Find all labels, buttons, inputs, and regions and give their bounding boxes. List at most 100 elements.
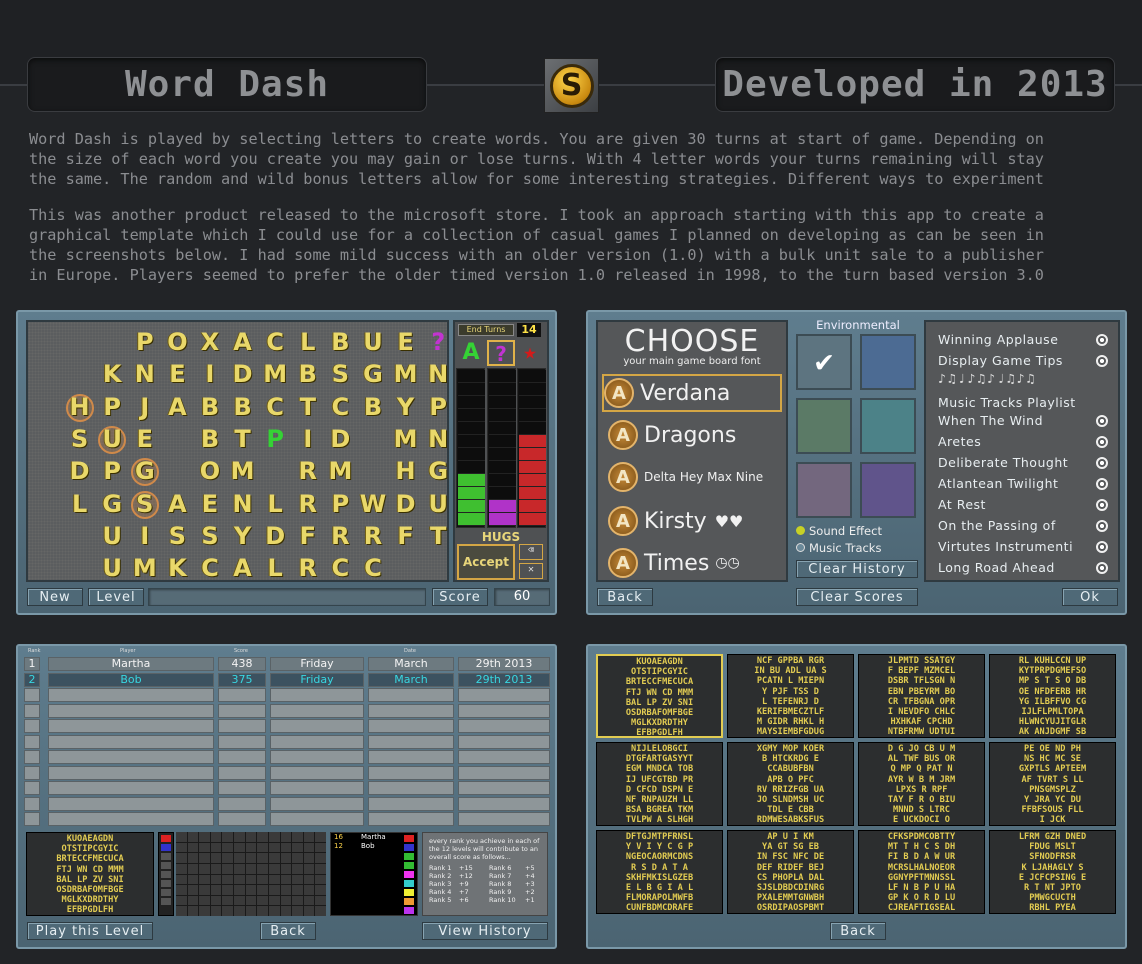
board-letter[interactable]: I [195, 360, 225, 388]
table-row[interactable] [24, 750, 550, 764]
board-letter[interactable]: B [195, 425, 225, 453]
table-row[interactable] [24, 703, 550, 718]
board-letter[interactable]: A [228, 328, 258, 356]
board-letter[interactable]: X [195, 328, 225, 356]
board-letter[interactable]: Y [391, 393, 421, 421]
board-letter[interactable]: S [65, 425, 95, 453]
board-letter[interactable]: L [65, 490, 95, 518]
board-letter[interactable]: T [423, 522, 453, 550]
star-icon[interactable]: ★ [517, 342, 543, 366]
board-letter[interactable]: ? [423, 328, 453, 356]
font-option-kirsty[interactable]: A Kirsty ♥♥ [608, 502, 743, 540]
board-letter[interactable]: N [423, 425, 453, 453]
board-letter[interactable]: U [97, 522, 127, 550]
level-grid[interactable]: NCF GPPBA RGR IN BU ADL UA S PCATN L MIE… [727, 654, 854, 738]
board-letter[interactable]: B [228, 393, 258, 421]
board-letter[interactable]: F [293, 522, 323, 550]
new-button[interactable]: New [27, 588, 83, 606]
level-grid[interactable]: PE OE ND PH NS HC MC SE GXPTLS APTEEM AF… [989, 742, 1116, 826]
board-letter[interactable]: T [228, 425, 258, 453]
board-letter[interactable]: U [97, 554, 127, 582]
back-button[interactable]: Back [830, 922, 886, 940]
board-letter[interactable]: F [391, 522, 421, 550]
board-letter[interactable]: N [228, 490, 258, 518]
board-letter[interactable]: B [358, 393, 388, 421]
board-letter[interactable]: E [130, 425, 160, 453]
table-row[interactable] [24, 796, 550, 811]
bonus-letter[interactable]: A [457, 340, 485, 366]
font-option-dragons[interactable]: A Dragons [608, 416, 736, 454]
board-letter[interactable]: R [293, 490, 323, 518]
track-item[interactable]: Virtutes Instrumenti [938, 539, 1108, 555]
board-letter[interactable]: M [130, 554, 160, 582]
board-letter[interactable]: R [293, 554, 323, 582]
board-letter[interactable]: S [195, 522, 225, 550]
level-grid[interactable]: CFKSPDMCOBTTY MT T H C S DH FI B D A W U… [858, 830, 985, 914]
level-grid[interactable]: D G JO CB U M AL TWF BUS OR Q MP Q PAT N… [858, 742, 985, 826]
board-letter[interactable]: M [260, 360, 290, 388]
board-letter[interactable]: I [130, 522, 160, 550]
track-item[interactable]: On the Passing of [938, 518, 1108, 534]
accept-button[interactable]: Accept [457, 544, 515, 580]
clear-history-button[interactable]: Clear History [796, 560, 918, 578]
level-grid[interactable]: AP U I KM YA GT SG EB IN FSC NFC DE DEF … [727, 830, 854, 914]
board-letter[interactable]: R [358, 522, 388, 550]
board-letter[interactable]: G [130, 457, 160, 485]
level-grid[interactable]: NIJLELOBGCI DTGFARTGASYYT EGM MNDCA TOB … [596, 742, 723, 826]
table-row[interactable] [24, 781, 550, 795]
view-history-button[interactable]: View History [422, 922, 548, 940]
board-letter[interactable]: A [162, 490, 192, 518]
env-tile-blue[interactable] [860, 334, 916, 390]
board-letter[interactable]: M [325, 457, 355, 485]
sound-effect-toggle[interactable]: Sound Effect [796, 524, 920, 538]
play-level-button[interactable]: Play this Level [27, 922, 153, 940]
board-letter[interactable]: L [260, 490, 290, 518]
font-option-verdana[interactable]: A Verdana [602, 374, 782, 412]
board-letter[interactable]: G [423, 457, 453, 485]
board-letter[interactable]: R [293, 457, 323, 485]
board-letter[interactable]: U [358, 328, 388, 356]
back-button[interactable]: Back [597, 588, 653, 606]
board-letter[interactable]: C [325, 554, 355, 582]
board-letter[interactable]: A [228, 554, 258, 582]
table-row[interactable] [24, 719, 550, 733]
level-grid[interactable]: RL KUHLCCN UP KYTPRPDGMEFSO MP S T S O D… [989, 654, 1116, 738]
board-letter[interactable]: E [391, 328, 421, 356]
option-winning-applause[interactable]: Winning Applause [938, 332, 1108, 348]
board-letter[interactable]: C [260, 328, 290, 356]
level-grid[interactable]: LFRM GZH DNED FDUG MSLT SFNODFRSR K LJAH… [989, 830, 1116, 914]
board-letter[interactable]: B [325, 328, 355, 356]
board-letter[interactable]: M [391, 425, 421, 453]
option-game-tips[interactable]: Display Game Tips [938, 353, 1108, 369]
board-letter[interactable]: J [130, 393, 160, 421]
music-tracks-toggle[interactable]: Music Tracks [796, 541, 920, 555]
env-tile-grey[interactable]: ✔ [796, 334, 852, 390]
track-item[interactable]: When The Wind [938, 413, 1108, 429]
track-item[interactable]: Aretes [938, 434, 1108, 450]
level-button[interactable]: Level [88, 588, 144, 606]
board-letter[interactable]: P [97, 457, 127, 485]
font-option-delta[interactable]: A Delta Hey Max Nine [608, 458, 784, 496]
clear-icon[interactable]: ✕ [519, 563, 543, 579]
board-letter[interactable]: C [358, 554, 388, 582]
env-tile-green[interactable] [796, 398, 852, 454]
board-letter[interactable]: N [130, 360, 160, 388]
board-letter[interactable]: M [391, 360, 421, 388]
track-item[interactable]: Long Road Ahead [938, 560, 1108, 576]
clear-scores-button[interactable]: Clear Scores [796, 588, 918, 606]
board-letter[interactable]: D [260, 522, 290, 550]
board-letter[interactable]: O [162, 328, 192, 356]
board-letter[interactable]: T [293, 393, 323, 421]
board-letter[interactable]: P [130, 328, 160, 356]
track-item[interactable]: Deliberate Thought [938, 455, 1108, 471]
board-letter[interactable]: D [65, 457, 95, 485]
board-letter[interactable]: U [97, 425, 127, 453]
board-letter[interactable]: W [358, 490, 388, 518]
board-letter[interactable]: P [260, 425, 290, 453]
table-row[interactable] [24, 688, 550, 702]
track-item[interactable]: Atlantean Twilight [938, 476, 1108, 492]
board-letter[interactable]: P [97, 393, 127, 421]
font-option-times[interactable]: A Times ◷◷ [608, 544, 740, 582]
ok-button[interactable]: Ok [1062, 588, 1118, 606]
env-tile-purple[interactable] [860, 462, 916, 518]
